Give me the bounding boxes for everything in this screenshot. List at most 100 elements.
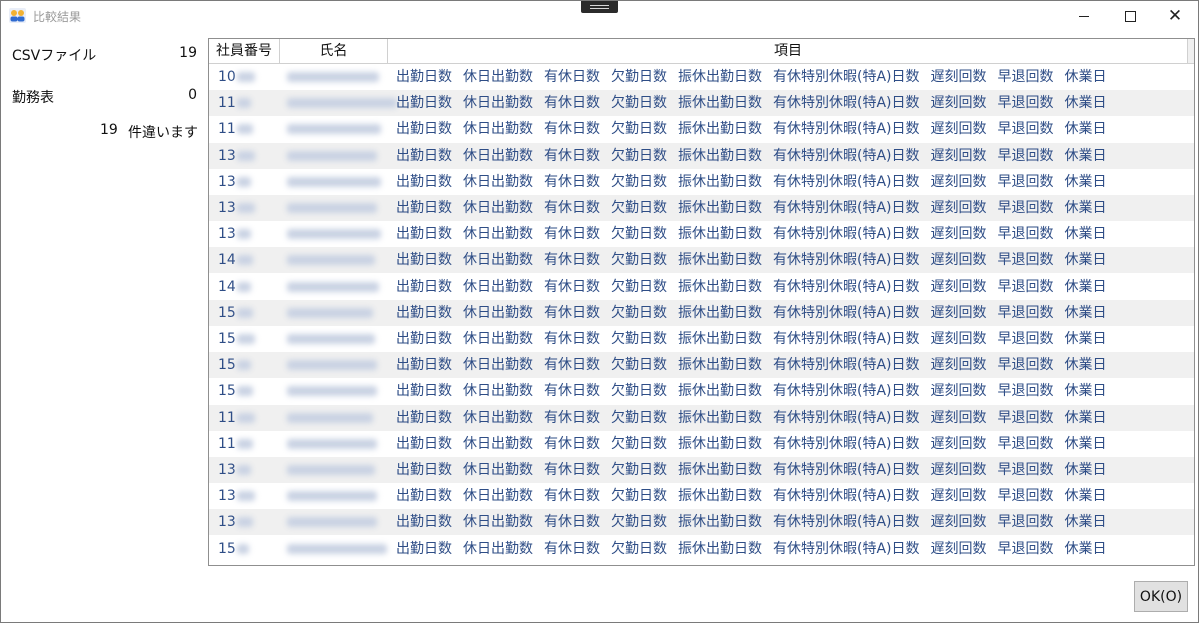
item-label: 振休出勤日数 [678,540,762,557]
kinmu-label: 勤務表 [12,90,54,106]
table-row[interactable]: 15 出勤日数 休日出勤数 有休日数 欠勤日数 振休出勤日数 有休特別休暇(特A)日数 遅刻回… [209,326,1194,352]
redacted-name [287,412,373,423]
minimize-icon [1079,15,1089,17]
title-bar[interactable]: 比較結果 ✕ [1,1,1198,31]
redacted-name [287,543,387,554]
header-employee-no[interactable]: 社員番号 [209,39,280,63]
table-row[interactable]: 13 出勤日数 休日出勤数 有休日数 欠勤日数 振休出勤日数 有休特別休暇(特A)日数 遅刻回… [209,483,1194,509]
redacted-name [287,517,377,528]
redacted-name [287,124,381,135]
item-label: 有休特別休暇(特A)日数 [773,200,920,216]
items-cell: 出勤日数 休日出勤数 有休日数 欠勤日数 振休出勤日数 有休特別休暇(特A)日数 遅刻回数早… [396,90,1118,116]
item-label: 休業日 [1064,304,1107,321]
table-row[interactable]: 11 出勤日数 休日出勤数 有休日数 欠勤日数 振休出勤日数 有休特別休暇(特A)日数 遅刻回… [209,431,1194,457]
item-label: 遅刻回数 [930,514,987,531]
redacted-employee-no [237,543,249,554]
drag-handle[interactable] [581,1,618,13]
item-label: 遅刻回数 [930,121,987,138]
table-row[interactable]: 10 出勤日数 休日出勤数 有休日数 欠勤日数 振休出勤日数 有休特別休暇(特A)日数 遅刻回… [209,64,1194,90]
maximize-button[interactable] [1107,1,1153,31]
item-label: 休日出勤数 [463,147,533,164]
item-label: 休日出勤数 [463,304,533,321]
table-row[interactable]: 13 出勤日数 休日出勤数 有休日数 欠勤日数 振休出勤日数 有休特別休暇(特A)日数 遅刻回… [209,221,1194,247]
table-row[interactable]: 13 出勤日数 休日出勤数 有休日数 欠勤日数 振休出勤日数 有休特別休暇(特A)日数 遅刻回… [209,509,1194,536]
item-label: 早退回数 [997,514,1054,531]
table-row[interactable]: 15 出勤日数 休日出勤数 有休日数 欠勤日数 振休出勤日数 有休特別休暇(特A)日数 遅刻回… [209,299,1194,326]
redacted-employee-no [237,360,251,371]
items-cell: 出勤日数 休日出勤数 有休日数 欠勤日数 振休出勤日数 有休特別休暇(特A)日数 遅刻回数早… [396,195,1118,221]
item-label: 有休日数 [544,514,600,531]
table-row[interactable]: 14 出勤日数 休日出勤数 有休日数 欠勤日数 振休出勤日数 有休特別休暇(特A)日数 遅刻回… [209,247,1194,274]
scrollbar-stub[interactable] [1187,39,1194,63]
table-row[interactable]: 11 出勤日数 休日出勤数 有休日数 欠勤日数 振休出勤日数 有休特別休暇(特A)日数 遅刻回… [209,404,1194,431]
item-label: 有休特別休暇(特A)日数 [773,357,920,374]
redacted-employee-no [237,72,255,82]
item-label: 休日出勤数 [463,409,533,426]
close-button[interactable]: ✕ [1152,1,1198,31]
table-row[interactable]: 11 出勤日数 休日出勤数 有休日数 欠勤日数 振休出勤日数 有休特別休暇(特A)日数 遅刻回… [209,90,1194,117]
header-items[interactable]: 項目 [388,39,1188,63]
item-label: 欠勤日数 [611,226,667,243]
item-label: 欠勤日数 [611,435,667,452]
table-row[interactable]: 13 出勤日数 休日出勤数 有休日数 欠勤日数 振休出勤日数 有休特別休暇(特A)日数 遅刻回… [209,169,1194,195]
item-label: 休日出勤数 [463,226,533,243]
table-row[interactable]: 14 出勤日数 休日出勤数 有休日数 欠勤日数 振休出勤日数 有休特別休暇(特A)日数 遅刻回… [209,274,1194,300]
item-label: 休業日 [1064,95,1107,112]
employee-no-cell: 13 [218,200,236,216]
item-label: 出勤日数 [396,514,452,531]
ok-button[interactable]: OK(O) [1134,581,1188,612]
item-label: 振休出勤日数 [678,252,762,269]
redacted-employee-no [237,334,255,344]
item-label: 振休出勤日数 [678,278,762,295]
item-label: 出勤日数 [396,540,452,557]
header-name[interactable]: 氏名 [280,39,388,63]
table-row[interactable]: 15 出勤日数 休日出勤数 有休日数 欠勤日数 振休出勤日数 有休特別休暇(特A)日数 遅刻回… [209,378,1194,404]
item-label: 有休日数 [544,95,600,112]
redacted-employee-no [237,203,255,213]
table-row[interactable]: 13 出勤日数 休日出勤数 有休日数 欠勤日数 振休出勤日数 有休特別休暇(特A)日数 遅刻回… [209,142,1194,169]
redacted-name [287,255,375,266]
table-row[interactable]: 15 出勤日数 休日出勤数 有休日数 欠勤日数 振休出勤日数 有休特別休暇(特A)日数 遅刻回… [209,536,1194,562]
minimize-button[interactable] [1061,1,1107,31]
employee-no-cell: 13 [218,173,236,190]
item-label: 休業日 [1064,173,1107,190]
redacted-employee-no [237,386,253,397]
diff-table[interactable]: 社員番号 氏名 項目 10 出勤日数 休日出勤数 有休日数 欠勤日数 振休出勤日数 有休特別… [208,38,1195,566]
employee-no-cell: 15 [218,383,236,400]
item-label: 休業日 [1064,540,1107,557]
items-cell: 出勤日数 休日出勤数 有休日数 欠勤日数 振休出勤日数 有休特別休暇(特A)日数 遅刻回数早… [396,509,1118,535]
item-label: 有休日数 [544,409,600,426]
employee-no-cell: 15 [218,540,236,557]
item-label: 欠勤日数 [611,278,667,295]
redacted-name [287,281,379,292]
item-label: 早退回数 [997,121,1054,138]
item-label: 早退回数 [997,409,1054,426]
item-label: 出勤日数 [396,488,452,505]
table-row[interactable]: 13 出勤日数 休日出勤数 有休日数 欠勤日数 振休出勤日数 有休特別休暇(特A)日数 遅刻回… [209,457,1194,483]
item-label: 休業日 [1064,226,1107,243]
items-cell: 出勤日数 休日出勤数 有休日数 欠勤日数 振休出勤日数 有休特別休暇(特A)日数 遅刻回数早… [396,405,1118,431]
item-label: 早退回数 [997,462,1054,478]
item-label: 出勤日数 [396,409,452,426]
employee-no-cell: 13 [218,226,236,243]
table-row[interactable]: 13 出勤日数 休日出勤数 有休日数 欠勤日数 振休出勤日数 有休特別休暇(特A)日数 遅刻回… [209,195,1194,221]
redacted-name [287,438,377,449]
item-label: 欠勤日数 [611,383,667,400]
item-label: 振休出勤日数 [678,462,762,478]
maximize-icon [1124,10,1136,22]
item-label: 振休出勤日数 [678,435,762,452]
redacted-employee-no [237,124,253,135]
employee-no-cell: 13 [218,514,236,531]
item-label: 出勤日数 [396,252,452,269]
table-row[interactable]: 15 出勤日数 休日出勤数 有休日数 欠勤日数 振休出勤日数 有休特別休暇(特A)日数 遅刻回… [209,352,1194,379]
item-label: 有休特別休暇(特A)日数 [773,540,920,557]
item-label: 休業日 [1064,278,1107,295]
items-cell: 出勤日数 休日出勤数 有休日数 欠勤日数 振休出勤日数 有休特別休暇(特A)日数 遅刻回数早… [396,116,1118,142]
item-label: 欠勤日数 [611,304,667,321]
item-label: 遅刻回数 [930,357,987,374]
table-row[interactable]: 11 出勤日数 休日出勤数 有休日数 欠勤日数 振休出勤日数 有休特別休暇(特A)日数 遅刻回… [209,116,1194,142]
item-label: 遅刻回数 [930,69,987,85]
redacted-name [287,307,373,318]
item-label: 有休特別休暇(特A)日数 [773,252,920,269]
employee-no-cell: 11 [218,435,236,452]
